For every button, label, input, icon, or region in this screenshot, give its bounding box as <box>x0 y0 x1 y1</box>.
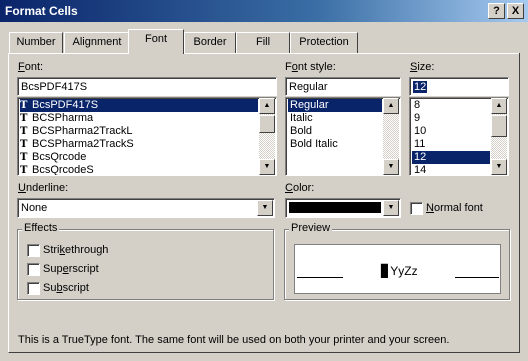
truetype-icon: T <box>20 100 28 111</box>
strikethrough-checkbox[interactable] <box>27 244 40 257</box>
truetype-icon: T <box>20 152 28 163</box>
underline-select[interactable]: None ▼ <box>17 198 275 218</box>
font-style-label: Font style: <box>285 61 336 73</box>
color-select[interactable]: ▼ <box>285 198 401 218</box>
font-list-item[interactable]: T BcsQrcode <box>20 151 258 164</box>
preview-baseline <box>297 277 343 278</box>
font-style-item[interactable]: Italic <box>288 112 382 125</box>
font-info-text: This is a TrueType font. The same font w… <box>18 334 450 346</box>
tab-number[interactable]: Number <box>9 32 63 53</box>
size-item[interactable]: 8 <box>412 99 490 112</box>
font-list-item[interactable]: T BCSPharma2TrackS <box>20 138 258 151</box>
subscript-label: Subscript <box>43 282 89 294</box>
superscript-label: Superscript <box>43 263 99 275</box>
color-swatch <box>289 202 381 213</box>
tab-protection[interactable]: Protection <box>290 32 358 53</box>
truetype-icon: T <box>20 126 28 137</box>
preview-sample: ▊YyZz <box>381 264 418 278</box>
scroll-down-icon[interactable]: ▼ <box>491 159 507 175</box>
font-name-input[interactable]: BcsPDF417S <box>17 77 277 96</box>
font-list[interactable]: T BcsPDF417S T BCSPharma T BCSPharma2TrackL… <box>17 97 277 176</box>
underline-label: Underline: <box>18 182 69 194</box>
subscript-checkbox[interactable] <box>27 282 40 295</box>
tab-alignment[interactable]: Alignment <box>64 32 130 53</box>
truetype-icon: T <box>20 139 28 150</box>
font-list-scrollbar[interactable]: ▲ ▼ <box>259 98 275 175</box>
scroll-thumb[interactable] <box>259 115 275 133</box>
font-style-item[interactable]: Bold <box>288 125 382 138</box>
font-style-scrollbar[interactable]: ▲ ▼ <box>383 98 399 175</box>
font-style-list[interactable]: Regular Italic Bold Bold Italic ▲ ▼ <box>285 97 401 176</box>
window-title: Format Cells <box>5 4 78 18</box>
scroll-down-icon[interactable]: ▼ <box>383 159 399 175</box>
chevron-down-icon[interactable]: ▼ <box>383 200 399 216</box>
tab-fill[interactable]: Fill <box>236 32 290 53</box>
size-item[interactable]: 14 <box>412 164 490 175</box>
normal-font-checkbox[interactable] <box>410 202 423 215</box>
size-item[interactable]: 12 <box>412 151 490 164</box>
close-button[interactable]: X <box>507 3 524 19</box>
size-label: Size: <box>410 61 435 73</box>
scroll-thumb[interactable] <box>491 115 507 137</box>
size-item[interactable]: 9 <box>412 112 490 125</box>
font-list-item[interactable]: T BCSPharma2TrackL <box>20 125 258 138</box>
scroll-up-icon[interactable]: ▲ <box>383 98 399 114</box>
font-style-item[interactable]: Regular <box>288 99 382 112</box>
font-label: Font: <box>18 61 44 73</box>
scroll-up-icon[interactable]: ▲ <box>491 98 507 114</box>
preview-baseline <box>455 277 499 278</box>
font-list-item[interactable]: T BcsPDF417S <box>20 99 258 112</box>
font-list-item[interactable]: T BCSPharma <box>20 112 258 125</box>
font-list-item[interactable]: T BcsQrcodeS <box>20 164 258 176</box>
size-item[interactable]: 11 <box>412 138 490 151</box>
tab-font[interactable]: Font <box>128 29 184 54</box>
truetype-icon: T <box>20 165 28 176</box>
tab-border[interactable]: Border <box>184 32 236 53</box>
preview-title: Preview <box>289 222 333 234</box>
normal-font-label: Normal font <box>426 202 483 214</box>
scroll-up-icon[interactable]: ▲ <box>259 98 275 114</box>
truetype-icon: T <box>20 113 28 124</box>
font-style-item[interactable]: Bold Italic <box>288 138 382 151</box>
size-list[interactable]: 8 9 10 11 12 14 ▲ ▼ <box>409 97 509 176</box>
chevron-down-icon[interactable]: ▼ <box>257 200 273 216</box>
color-label: Color: <box>285 182 315 194</box>
size-item[interactable]: 10 <box>412 125 490 138</box>
size-input[interactable]: 12 <box>409 77 509 96</box>
preview-box: ▊YyZz <box>294 244 501 294</box>
help-button[interactable]: ? <box>488 3 505 19</box>
font-style-input[interactable]: Regular <box>285 77 401 96</box>
superscript-checkbox[interactable] <box>27 263 40 276</box>
strikethrough-label: Strikethrough <box>43 244 109 256</box>
size-scrollbar[interactable]: ▲ ▼ <box>491 98 507 175</box>
scroll-down-icon[interactable]: ▼ <box>259 159 275 175</box>
title-bar <box>0 0 528 22</box>
effects-title: Effects <box>22 222 60 234</box>
